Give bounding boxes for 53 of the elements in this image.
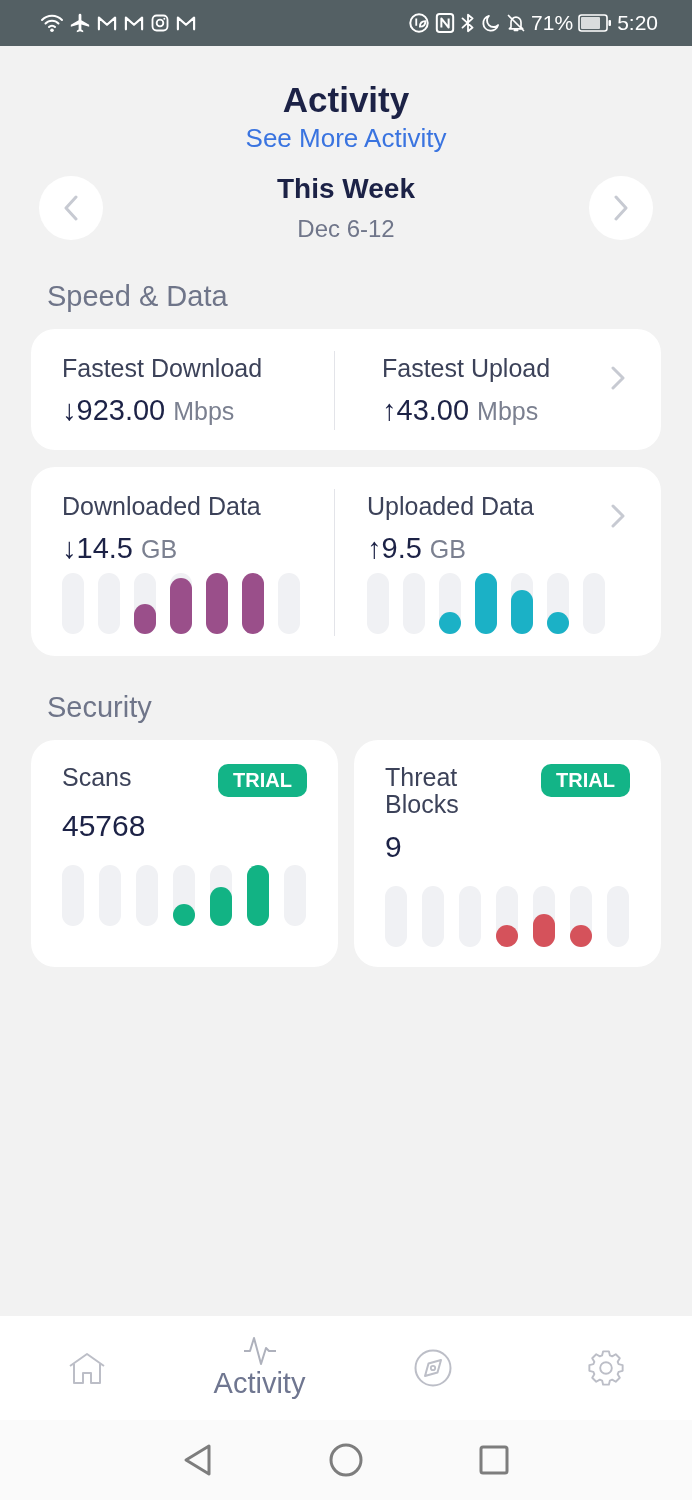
section-heading: Security [47, 690, 152, 724]
battery-percent: 71% [531, 11, 574, 35]
metric-label: Downloaded Data [62, 491, 262, 521]
metric-unit: GB [140, 534, 178, 565]
metric-unit: GB [429, 534, 466, 565]
date-range: Dec 6-12 [297, 215, 395, 243]
bell-off-icon [506, 12, 527, 34]
camera-icon [150, 13, 170, 33]
metric-value: ↓923.00 [62, 393, 166, 427]
metric-unit: Mbps [477, 396, 539, 427]
home-icon [67, 1351, 106, 1385]
stat-value: 9 [385, 830, 403, 864]
nfc-icon [435, 12, 456, 34]
pulse-icon [242, 1336, 277, 1366]
settings-icon [586, 1349, 625, 1387]
metric-label: Fastest Upload [382, 353, 552, 383]
chevron-right-icon [614, 195, 628, 221]
recents-icon[interactable] [479, 1445, 509, 1475]
compass-icon [413, 1349, 452, 1387]
see-more-link[interactable]: See More Activity [245, 123, 447, 153]
metric-label: Uploaded Data [367, 491, 535, 521]
week-title: This Week [277, 173, 415, 205]
battery-icon [578, 14, 613, 32]
nav-tab[interactable] [413, 1349, 452, 1387]
airplane-icon [69, 12, 91, 34]
stat-value: 45768 [62, 809, 147, 843]
stat-label: Scans [62, 764, 132, 791]
bluetooth-icon [460, 12, 477, 34]
trial-badge: TRIAL [541, 764, 630, 797]
nav-tab[interactable] [586, 1349, 625, 1387]
metric-value: ↓14.5 [62, 531, 133, 565]
back-icon[interactable] [183, 1443, 213, 1477]
mail-icon [123, 14, 145, 32]
home-circle-icon[interactable] [329, 1443, 363, 1477]
leaf-circle-icon [408, 12, 431, 34]
moon-icon [481, 13, 502, 33]
mail-icon [175, 14, 197, 32]
page-title: Activity [282, 79, 410, 121]
wifi-icon [40, 13, 64, 33]
metric-label: Fastest Download [62, 353, 264, 383]
metric-value: ↑43.00 [382, 393, 470, 427]
nav-tab[interactable] [67, 1351, 106, 1385]
chevron-left-icon [64, 195, 78, 221]
stat-label: Threat Blocks [385, 764, 460, 818]
trial-badge: TRIAL [218, 764, 307, 797]
mail-icon [96, 14, 118, 32]
section-heading: Speed & Data [47, 279, 228, 313]
metric-value: ↑9.5 [367, 531, 422, 565]
chevron-right-icon[interactable] [611, 504, 625, 528]
clock-time: 5:20 [617, 11, 658, 35]
chevron-right-icon[interactable] [611, 366, 625, 390]
nav-tab[interactable]: Activity [213, 1336, 306, 1400]
metric-unit: Mbps [173, 396, 235, 427]
